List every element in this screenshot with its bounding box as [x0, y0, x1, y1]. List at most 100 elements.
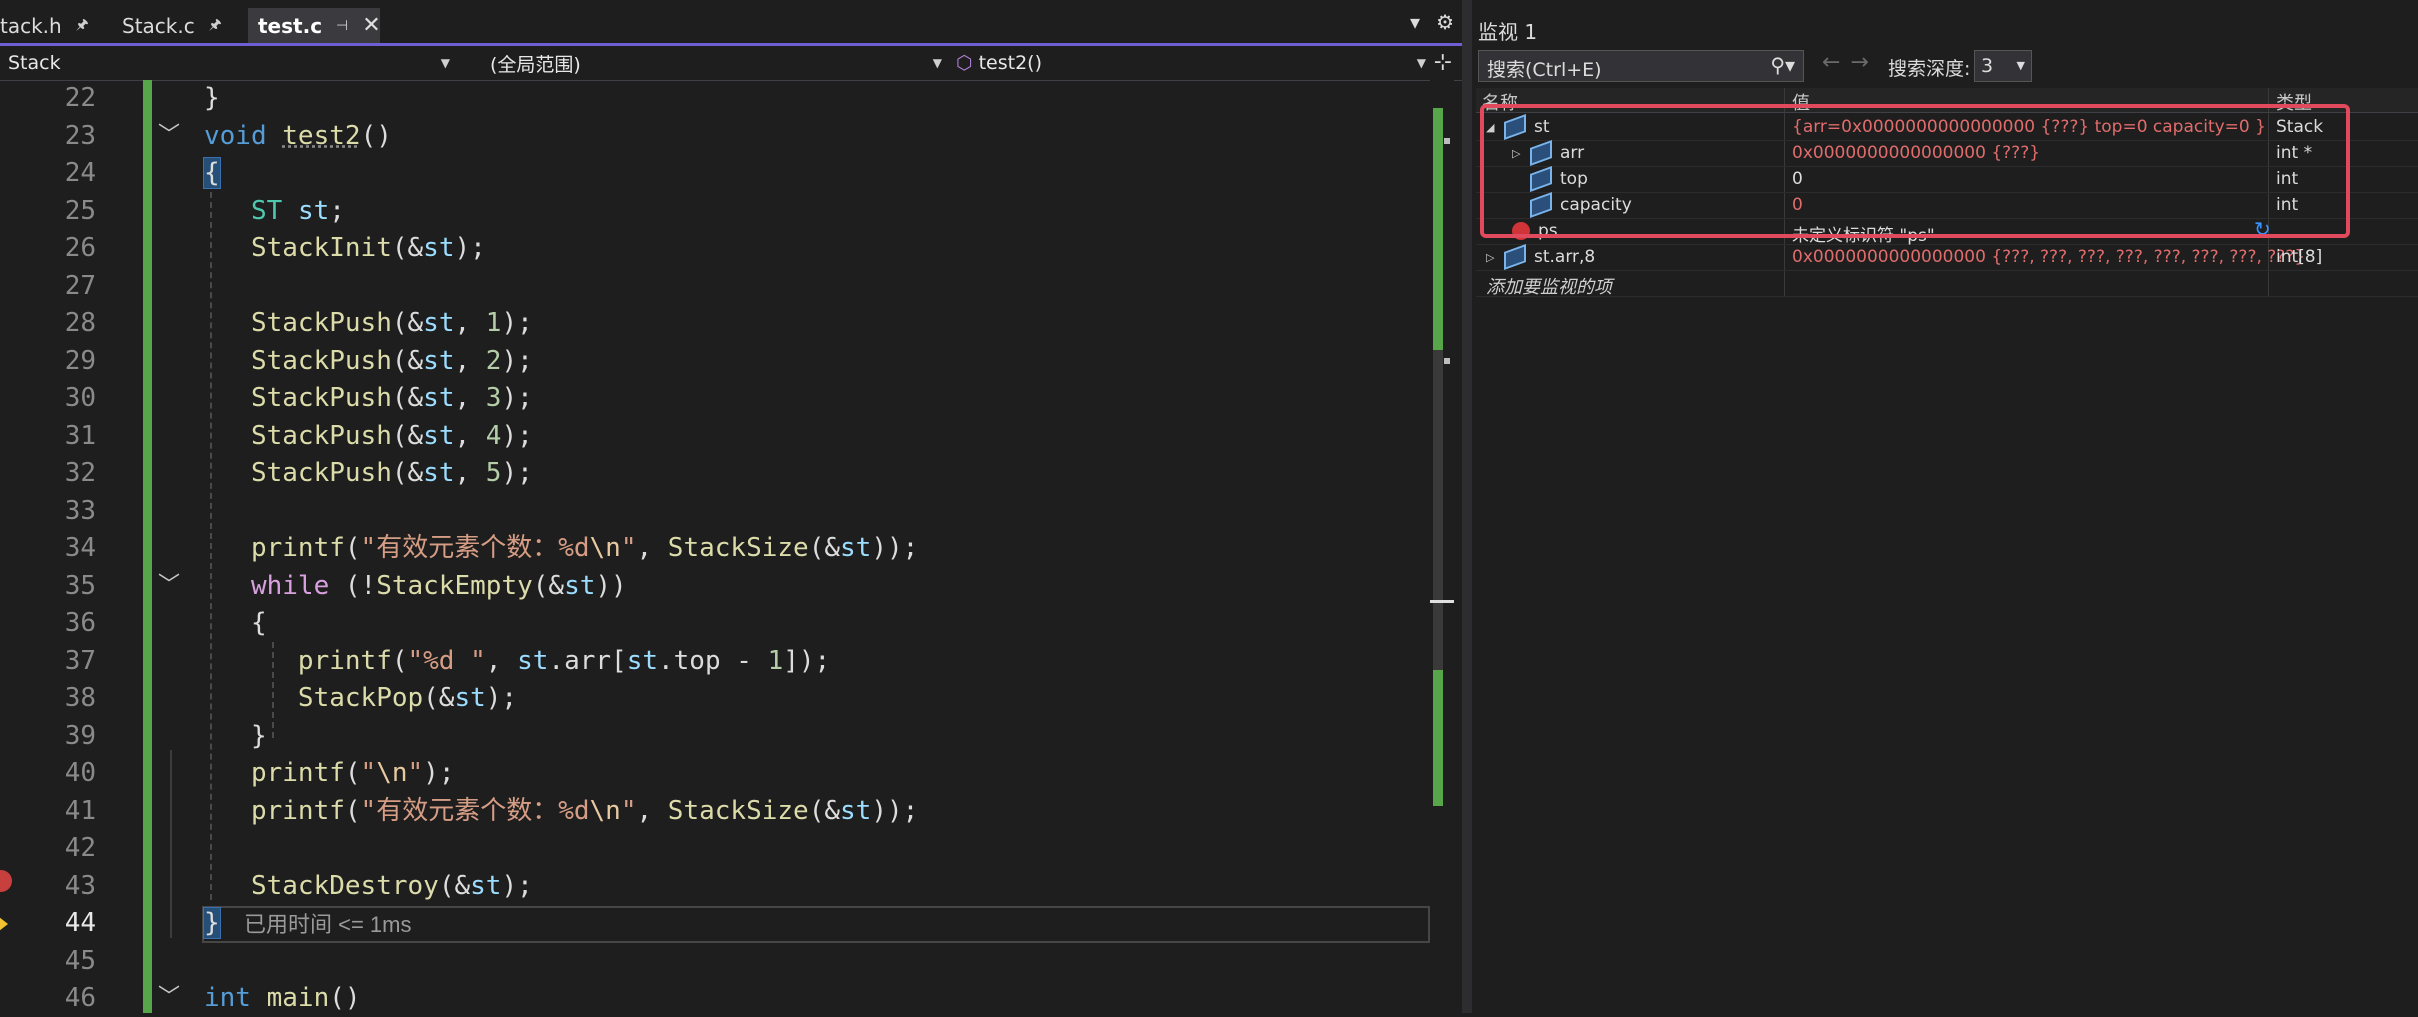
tab-stack-c[interactable]: Stack.c 🖈 [122, 8, 242, 43]
split-window-icon[interactable]: ⊹ [1434, 50, 1452, 75]
close-icon[interactable]: ✕ [362, 13, 380, 38]
project-label: Stack [8, 52, 61, 74]
line-number: 31 [64, 420, 96, 451]
navigation-bar: Stack ▼ (全局范围) ▼ ⬡ test2() ▼ ⊹ [0, 46, 1462, 81]
line-number: 26 [64, 233, 96, 263]
perftip-elapsed-time[interactable]: 已用时间 <= 1ms [244, 906, 411, 943]
code-line-43: StackDestroy(&st); [250, 870, 533, 901]
line-number: 25 [64, 195, 96, 226]
watch-search-box[interactable]: 搜索(Ctrl+E) ⚲▾ [1478, 50, 1804, 82]
code-line-36: { [250, 608, 267, 638]
collapsed-arrow-icon[interactable]: ▷ [1486, 251, 1504, 264]
code-line-44: } [203, 907, 221, 939]
code-line-32: StackPush(&st, 5); [250, 458, 533, 488]
line-number: 39 [64, 720, 96, 751]
code-editor-pane: tack.h 🖈 Stack.c 🖈 test.c ⊣ ✕ ▾ ⚙ Stack … [0, 0, 1462, 1013]
collapse-icon[interactable]: ﹀ [158, 117, 180, 154]
line-number: 24 [64, 158, 96, 188]
code-line-29: StackPush(&st, 2); [250, 345, 533, 376]
code-line-37: printf("%d ", st.arr[st.top - 1]); [297, 645, 831, 676]
code-line-26: StackInit(&st); [250, 233, 486, 263]
line-number: 36 [64, 608, 96, 638]
document-tab-bar: tack.h 🖈 Stack.c 🖈 test.c ⊣ ✕ ▾ ⚙ [0, 0, 1462, 46]
chevron-down-icon: ▼ [1416, 56, 1426, 70]
line-number: 23 [64, 120, 96, 151]
search-depth-label: 搜索深度: [1888, 58, 1971, 80]
code-line-28: StackPush(&st, 1); [250, 308, 533, 338]
code-line-22: } [204, 83, 220, 113]
line-number: 35 [64, 570, 96, 601]
code-line-41: printf("有效元素个数：%d\n", StackSize(&st)); [250, 795, 919, 826]
collapse-icon[interactable]: ﹀ [158, 567, 180, 604]
annotation-highlight-box [1480, 104, 2350, 238]
scrollbar-thumb[interactable] [1433, 350, 1443, 670]
line-number: 30 [64, 383, 96, 413]
line-number: 42 [64, 833, 96, 863]
pane-splitter[interactable] [1462, 0, 1472, 1013]
watch-type: int[8] [2276, 247, 2323, 267]
chevron-down-icon: ▼ [440, 56, 450, 70]
line-number: 46 [64, 983, 96, 1013]
code-line-38: StackPop(&st); [297, 683, 518, 713]
instruction-pointer-icon[interactable] [0, 913, 8, 935]
tab-stack-h[interactable]: tack.h 🖈 [0, 8, 112, 43]
line-number-current: 44 [64, 908, 96, 938]
method-icon: ⬡ [956, 52, 973, 74]
tab-test-c[interactable]: test.c ⊣ ✕ [248, 8, 381, 43]
search-depth-value: 3 [1981, 55, 1994, 77]
line-number: 32 [64, 458, 96, 488]
code-line-40: printf("\n"); [250, 758, 455, 788]
function-dropdown[interactable]: ⬡ test2() ▼ [954, 50, 1432, 76]
scope-dropdown[interactable]: (全局范围) ▼ [480, 50, 948, 76]
function-label: test2() [978, 52, 1042, 74]
fold-guide [170, 750, 172, 938]
watch-title: 监视 1 [1478, 20, 1538, 44]
editor-vertical-scrollbar[interactable] [1430, 80, 1454, 1013]
watch-name: st.arr,8 [1534, 247, 1596, 267]
code-line-31: StackPush(&st, 4); [250, 420, 533, 451]
line-number: 43 [64, 870, 96, 901]
line-number: 37 [64, 645, 96, 676]
search-nav-arrows[interactable]: ←→ [1822, 50, 1879, 75]
chevron-down-icon: ▼ [932, 56, 942, 70]
chevron-down-icon: ▼ [2016, 59, 2025, 72]
line-number: 27 [64, 270, 96, 301]
variable-icon [1504, 243, 1526, 271]
gear-icon[interactable]: ⚙ [1436, 10, 1454, 34]
line-number: 29 [64, 345, 96, 376]
line-number: 34 [64, 533, 96, 563]
watch-value[interactable]: 0x0000000000000000 {???, ???, ???, ???, … [1792, 247, 2305, 267]
search-depth-dropdown[interactable]: 3 ▼ [1974, 50, 2032, 82]
scope-label: (全局范围) [490, 53, 581, 76]
line-number: 38 [64, 683, 96, 713]
code-line-25: ST st; [250, 195, 345, 226]
watch-row-st-arr[interactable]: ▷ st.arr,8 0x0000000000000000 {???, ???, … [1476, 243, 2418, 271]
line-number: 40 [64, 758, 96, 788]
line-number: 41 [64, 795, 96, 826]
code-line-39: } [250, 720, 267, 751]
pin-icon[interactable]: 🖈 [209, 14, 222, 38]
watch-add-row[interactable]: 添加要监视的项 [1476, 270, 2418, 299]
code-line-23: void test2() [204, 120, 392, 151]
tab-label: tack.h [0, 13, 62, 38]
line-number: 28 [64, 308, 96, 338]
line-number: 45 [64, 945, 96, 976]
scrollbar-caret-marker [1430, 600, 1454, 603]
search-icon[interactable]: ⚲▾ [1770, 53, 1795, 77]
code-text[interactable]: } void test2() { ST st; StackInit(&st); … [203, 80, 1434, 1013]
pin-icon[interactable]: 🖈 [76, 14, 89, 38]
tab-label: test.c [258, 13, 323, 38]
pin-icon[interactable]: ⊣ [336, 18, 348, 34]
code-line-46: int main() [204, 983, 361, 1013]
tab-list-dropdown-icon[interactable]: ▾ [1410, 10, 1420, 34]
scrollbar-marker [1444, 138, 1450, 144]
collapse-icon[interactable]: ﹀ [158, 979, 180, 1016]
project-dropdown[interactable]: Stack ▼ [0, 50, 456, 76]
code-line-35: while (!StackEmpty(&st)) [250, 570, 627, 601]
scrollbar-marker [1444, 358, 1450, 364]
line-number: 22 [64, 83, 96, 113]
line-number: 33 [64, 495, 96, 526]
line-number-margin[interactable]: 22 23 24 25 26 27 28 29 30 31 32 33 34 3… [0, 80, 150, 1013]
code-line-34: printf("有效元素个数：%d\n", StackSize(&st)); [250, 533, 919, 563]
add-watch-placeholder[interactable]: 添加要监视的项 [1486, 273, 1612, 299]
